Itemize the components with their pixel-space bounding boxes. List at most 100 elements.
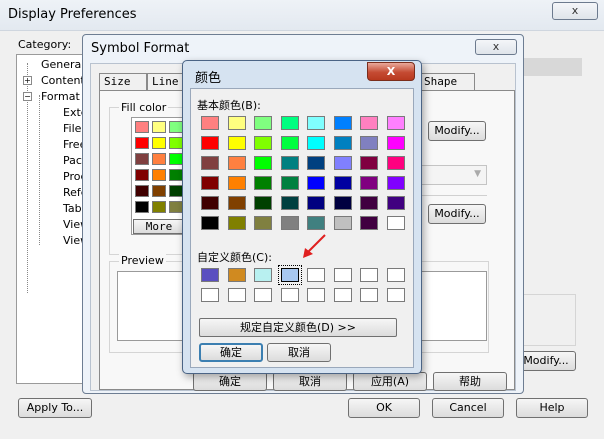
custom-color-swatch[interactable] — [386, 268, 405, 282]
basic-color-swatch[interactable] — [280, 116, 299, 130]
basic-color-swatch[interactable] — [307, 116, 325, 130]
cancel-button[interactable]: Cancel — [432, 398, 504, 418]
basic-color-swatch[interactable] — [280, 216, 299, 230]
basic-color-swatch[interactable] — [386, 216, 405, 230]
basic-color-swatch[interactable] — [254, 156, 272, 170]
modify-button-1[interactable]: Modify... — [428, 121, 486, 141]
fill-color-swatch[interactable] — [135, 201, 149, 213]
expand-icon[interactable]: + — [23, 76, 32, 85]
custom-color-swatch[interactable] — [201, 268, 219, 282]
basic-color-swatch[interactable] — [333, 156, 352, 170]
define-custom-colors-button[interactable]: 规定自定义颜色(D) >> — [199, 318, 397, 337]
fill-color-swatch[interactable] — [152, 185, 166, 197]
custom-color-swatch[interactable] — [360, 268, 378, 282]
custom-color-swatch[interactable] — [277, 265, 302, 285]
basic-color-swatch[interactable] — [307, 156, 325, 170]
tab-size[interactable]: Size — [99, 73, 147, 91]
cancel-button[interactable]: 取消 — [267, 343, 331, 362]
basic-color-swatch[interactable] — [201, 196, 219, 210]
basic-color-swatch[interactable] — [333, 136, 352, 150]
fill-color-swatch[interactable] — [152, 201, 166, 213]
collapse-icon[interactable]: − — [23, 92, 32, 101]
ok-button[interactable]: OK — [348, 398, 420, 418]
basic-color-swatch[interactable] — [360, 176, 378, 190]
basic-color-swatch[interactable] — [280, 136, 299, 150]
tree-item-content[interactable]: Content — [41, 74, 85, 87]
custom-color-swatch[interactable] — [333, 268, 352, 282]
custom-color-swatch[interactable] — [333, 288, 352, 302]
display-preferences-titlebar[interactable]: Display Preferences x — [0, 0, 604, 31]
more-colors-button[interactable]: More — [133, 219, 185, 234]
fill-color-swatch[interactable] — [135, 137, 149, 149]
basic-color-swatch[interactable] — [201, 176, 219, 190]
basic-color-swatch[interactable] — [201, 116, 219, 130]
basic-color-swatch[interactable] — [333, 216, 352, 230]
apply-to-button[interactable]: Apply To... — [18, 398, 92, 418]
help-button[interactable]: Help — [516, 398, 588, 418]
basic-color-swatch[interactable] — [201, 136, 219, 150]
style-dropdown[interactable]: ▼ — [421, 165, 487, 185]
custom-color-swatch[interactable] — [360, 288, 378, 302]
basic-color-swatch[interactable] — [280, 176, 299, 190]
fill-color-swatch[interactable] — [135, 185, 149, 197]
basic-color-swatch[interactable] — [227, 216, 246, 230]
basic-color-swatch[interactable] — [307, 196, 325, 210]
fill-color-swatch[interactable] — [169, 153, 183, 165]
basic-color-swatch[interactable] — [227, 176, 246, 190]
fill-color-swatch[interactable] — [169, 169, 183, 181]
basic-color-swatch[interactable] — [307, 216, 325, 230]
basic-color-swatch[interactable] — [280, 156, 299, 170]
basic-color-swatch[interactable] — [254, 116, 272, 130]
fill-color-swatch[interactable] — [169, 185, 183, 197]
basic-color-swatch[interactable] — [360, 116, 378, 130]
basic-color-swatch[interactable] — [386, 176, 405, 190]
basic-color-swatch[interactable] — [227, 136, 246, 150]
fill-color-swatch[interactable] — [152, 169, 166, 181]
color-dialog-titlebar[interactable]: 颜色 X — [183, 61, 421, 87]
basic-color-swatch[interactable] — [201, 156, 219, 170]
basic-color-swatch[interactable] — [254, 196, 272, 210]
fill-color-swatch[interactable] — [169, 201, 183, 213]
custom-color-swatch[interactable] — [386, 288, 405, 302]
basic-color-swatch[interactable] — [360, 156, 378, 170]
apply-button[interactable]: 应用(A) — [353, 372, 427, 391]
fill-color-swatch[interactable] — [135, 153, 149, 165]
basic-color-swatch[interactable] — [227, 116, 246, 130]
custom-color-swatch[interactable] — [307, 268, 325, 282]
cancel-button[interactable]: 取消 — [273, 372, 347, 391]
modify-button-outer[interactable]: Modify... — [516, 351, 576, 371]
basic-color-swatch[interactable] — [227, 156, 246, 170]
basic-color-swatch[interactable] — [280, 196, 299, 210]
basic-color-swatch[interactable] — [360, 216, 378, 230]
basic-color-swatch[interactable] — [386, 196, 405, 210]
basic-color-swatch[interactable] — [227, 196, 246, 210]
close-icon[interactable]: x — [552, 2, 598, 20]
basic-color-swatch[interactable] — [307, 176, 325, 190]
fill-color-swatch[interactable] — [169, 137, 183, 149]
basic-color-swatch[interactable] — [360, 196, 378, 210]
basic-color-swatch[interactable] — [254, 216, 272, 230]
fill-color-swatch[interactable] — [152, 137, 166, 149]
custom-color-swatch[interactable] — [254, 268, 272, 282]
basic-color-swatch[interactable] — [254, 176, 272, 190]
custom-color-swatch[interactable] — [201, 288, 219, 302]
category-tree[interactable]: General + Content − Format Exte File Fre… — [16, 54, 89, 384]
basic-color-swatch[interactable] — [386, 156, 405, 170]
tree-item-format[interactable]: Format — [41, 90, 80, 103]
tree-item-general[interactable]: General — [41, 58, 84, 71]
custom-color-swatch[interactable] — [307, 288, 325, 302]
fill-color-swatch[interactable] — [135, 121, 149, 133]
tab-line[interactable]: Line — [147, 73, 187, 91]
modify-button-2[interactable]: Modify... — [428, 204, 486, 224]
close-icon[interactable]: X — [367, 62, 415, 81]
custom-color-swatch[interactable] — [254, 288, 272, 302]
basic-color-swatch[interactable] — [333, 196, 352, 210]
basic-color-swatch[interactable] — [386, 116, 405, 130]
custom-color-swatch[interactable] — [227, 288, 246, 302]
basic-color-swatch[interactable] — [201, 216, 219, 230]
help-button[interactable]: 帮助 — [433, 372, 507, 391]
tree-item[interactable]: File — [63, 122, 81, 135]
basic-color-swatch[interactable] — [333, 176, 352, 190]
custom-color-swatch[interactable] — [227, 268, 246, 282]
basic-color-swatch[interactable] — [360, 136, 378, 150]
